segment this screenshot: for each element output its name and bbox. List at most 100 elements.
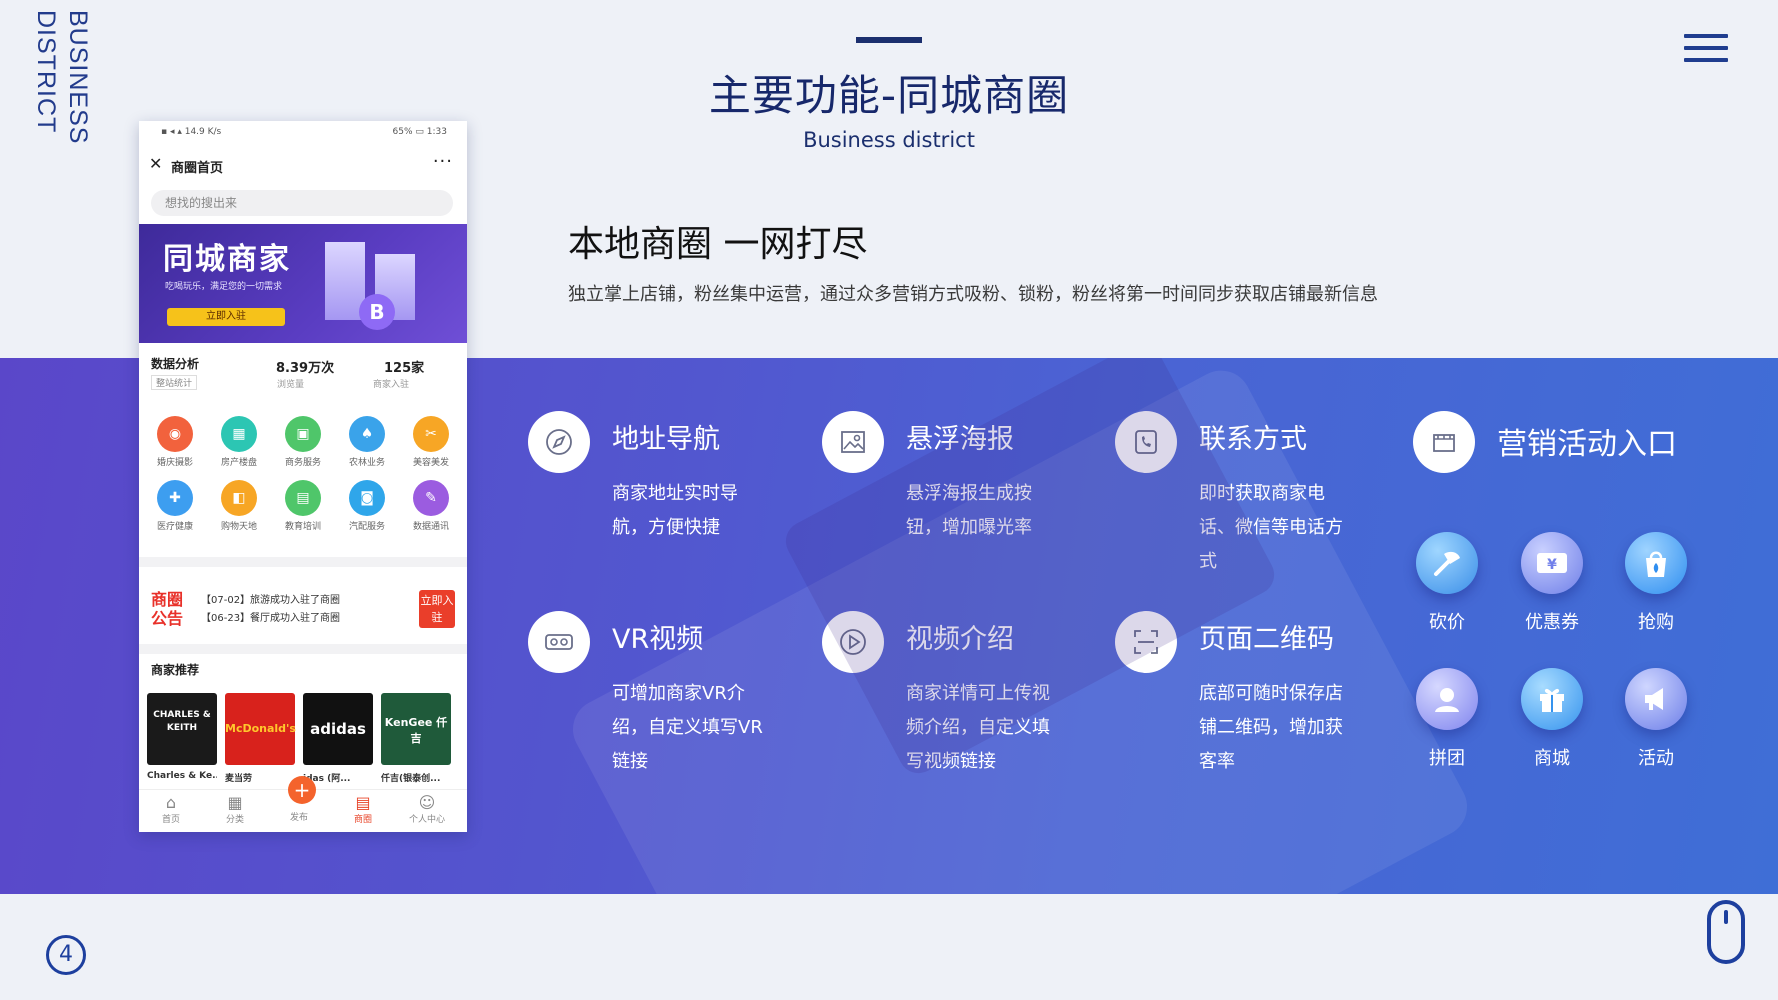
feature-desc: 商家详情可上传视频介绍，自定义填写视频链接 (906, 683, 1050, 772)
recommend-title: 商家推荐 (151, 663, 200, 677)
stats-panel: 数据分析 整站统计 8.39万次 浏览量 125家 商家入驻 (139, 355, 467, 405)
category-item[interactable]: ▤ 教育培训 (271, 480, 335, 532)
category-item[interactable]: ▦ 房产楼盘 (207, 416, 271, 468)
divider (139, 557, 467, 567)
category-item[interactable]: ✎ 数据通讯 (399, 480, 463, 532)
marketing-item-group-buy[interactable]: 拼团 (1412, 668, 1482, 770)
search-input[interactable]: 想找的搜出来 (151, 190, 453, 216)
marketing-item-bargain[interactable]: 砍价 (1412, 532, 1482, 634)
stats-views: 8.39万次 (276, 361, 335, 376)
category-item[interactable]: ◧ 购物天地 (207, 480, 271, 532)
district-icon: ▤ (355, 793, 371, 812)
smile-icon: ☺ (418, 793, 436, 812)
category-label: 医疗健康 (156, 522, 193, 532)
category-icon: ✚ (157, 480, 193, 516)
divider (139, 644, 467, 654)
tab-label: 首页 (161, 815, 180, 825)
banner-join-button[interactable]: 立即入驻 (167, 308, 285, 326)
category-item[interactable]: ▣ 商务服务 (271, 416, 335, 468)
tab-home[interactable]: ⌂ 首页 (139, 793, 203, 826)
notice-panel[interactable]: 商圈公告 【07-02】旅游成功入驻了商圈 【06-23】餐厅成功入驻了商圈 立… (139, 576, 467, 640)
category-label: 美容美发 (412, 458, 449, 468)
marketing-item-flash-sale[interactable]: 抢购 (1621, 532, 1691, 634)
image-icon (822, 411, 884, 473)
feature-title: VR视频 (612, 624, 704, 655)
gift-icon (1521, 668, 1583, 730)
category-label: 农林业务 (348, 458, 385, 468)
feature-desc: 底部可随时保存店铺二维码，增加获客率 (1199, 683, 1343, 772)
marketing-label: 商城 (1534, 748, 1570, 769)
home-icon: ⌂ (165, 793, 177, 812)
phone-nav-bar: ✕ 商圈首页 ··· (139, 151, 467, 179)
status-right: 65% ▭ 1:33 (392, 127, 447, 137)
flame-bag-icon (1625, 532, 1687, 594)
marketing-item-activity[interactable]: 活动 (1621, 668, 1691, 770)
category-label: 购物天地 (220, 522, 257, 532)
category-label: 汽配服务 (348, 522, 385, 532)
publish-plus-icon[interactable]: + (288, 776, 316, 804)
brand-card-adidas[interactable]: adidas (303, 693, 373, 765)
category-icon: ▦ (221, 416, 257, 452)
intro-heading: 本地商圈 一网打尽 (568, 224, 868, 265)
brand-name: Charles & Ke... (147, 771, 217, 781)
notice-logo: 商圈公告 (151, 590, 184, 628)
category-item[interactable]: ✂ 美容美发 (399, 416, 463, 468)
stats-merchants-label: 商家入驻 (373, 380, 410, 390)
tab-district[interactable]: ▤ 商圈 (331, 793, 395, 826)
category-icon: ◧ (221, 480, 257, 516)
tab-label: 分类 (225, 815, 244, 825)
notice-lines: 【07-02】旅游成功入驻了商圈 【06-23】餐厅成功入驻了商圈 (201, 592, 340, 628)
marketing-item-coupon[interactable]: ¥ 优惠券 (1517, 532, 1587, 634)
megaphone-icon (1625, 668, 1687, 730)
status-bar: ▪ ◂ ▴ 14.9 K/s 65% ▭ 1:33 (139, 127, 467, 143)
category-item[interactable]: ✚ 医疗健康 (143, 480, 207, 532)
page-indicator (291, 545, 319, 560)
marketing-label: 优惠券 (1525, 612, 1579, 633)
notice-line: 【07-02】旅游成功入驻了商圈 (201, 595, 341, 606)
promo-banner[interactable]: 同城商家 吃喝玩乐，满足您的一切需求 立即入驻 B (139, 224, 467, 343)
category-item[interactable]: ◉ 婚庆摄影 (143, 416, 207, 468)
banner-title: 同城商家 (163, 242, 291, 277)
feature-title: 视频介绍 (906, 624, 1014, 655)
hamburger-menu-icon[interactable] (1684, 34, 1728, 64)
brand-card-mcdonalds[interactable]: McDonald's (225, 693, 296, 765)
category-icon: ♠ (349, 416, 385, 452)
category-icon: ▤ (285, 480, 321, 516)
marketing-label: 抢购 (1638, 612, 1674, 633)
tab-category[interactable]: ▦ 分类 (203, 794, 267, 826)
category-icon: ✂ (413, 416, 449, 452)
category-item[interactable]: ◙ 汽配服务 (335, 480, 399, 532)
page-title: 主要功能-同城商圈 (708, 71, 1070, 120)
close-icon[interactable]: ✕ (149, 154, 162, 173)
more-icon[interactable]: ··· (433, 151, 453, 172)
stats-views-label: 浏览量 (277, 380, 305, 390)
tab-label: 个人中心 (408, 815, 445, 825)
tab-publish[interactable]: 发布 (267, 810, 331, 823)
mouse-scroll-icon[interactable] (1707, 900, 1745, 964)
phone-mockup: ▪ ◂ ▴ 14.9 K/s 65% ▭ 1:33 ✕ 商圈首页 ··· 想找的… (139, 121, 467, 832)
feature-title: 联系方式 (1199, 424, 1307, 455)
tab-profile[interactable]: ☺ 个人中心 (395, 793, 459, 826)
tab-label: 商圈 (353, 815, 372, 825)
phone-icon (1115, 411, 1177, 473)
category-item[interactable]: ♠ 农林业务 (335, 416, 399, 468)
store-icon (1413, 411, 1475, 473)
feature-title: 悬浮海报 (906, 424, 1014, 455)
stats-label-sub: 整站统计 (151, 375, 198, 390)
group-icon (1416, 668, 1478, 730)
feature-desc: 悬浮海报生成按钮，增加曝光率 (906, 483, 1032, 538)
svg-text:¥: ¥ (1547, 557, 1557, 573)
compass-icon (528, 411, 590, 473)
feature-desc: 可增加商家VR介绍，自定义填写VR链接 (612, 683, 763, 772)
feature-desc: 商家地址实时导航，方便快捷 (612, 483, 738, 538)
phone-nav-title: 商圈首页 (171, 161, 224, 176)
brand-card-charles-keith[interactable]: CHARLES & KEITH (147, 693, 217, 765)
feature-title: 地址导航 (612, 424, 720, 455)
scan-icon (1115, 611, 1177, 673)
brand-card-kengee[interactable]: KenGee 仟吉 (381, 693, 451, 765)
notice-join-button[interactable]: 立即入驻 (419, 590, 455, 628)
coupon-icon: ¥ (1521, 532, 1583, 594)
category-icon: ◙ (349, 480, 385, 516)
bitcoin-icon: B (359, 294, 395, 330)
marketing-item-mall[interactable]: 商城 (1517, 668, 1587, 770)
